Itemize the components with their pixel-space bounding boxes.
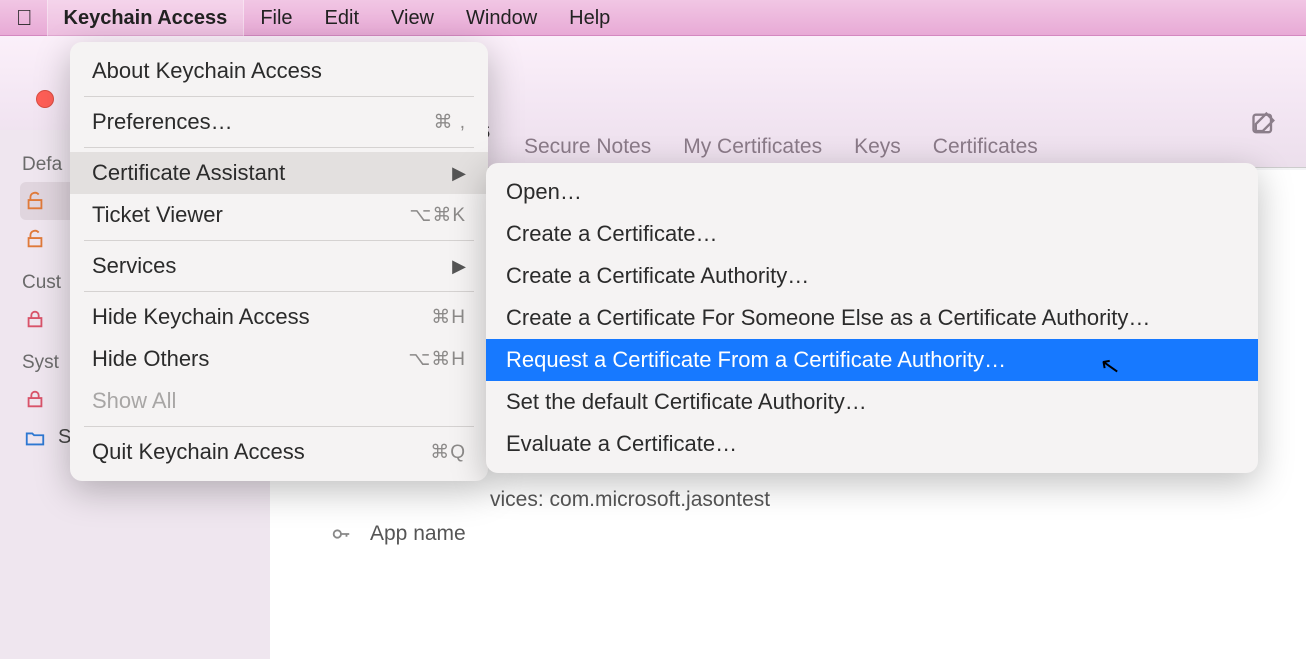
tab-my-certificates[interactable]: My Certificates	[679, 129, 826, 165]
tab-keys[interactable]: Keys	[850, 129, 905, 165]
submenu-create-ca[interactable]: Create a Certificate Authority…	[486, 255, 1258, 297]
menu-preferences[interactable]: Preferences… ⌘ ,	[70, 101, 488, 143]
menu-ticket-viewer[interactable]: Ticket Viewer ⌥⌘K	[70, 194, 488, 236]
menu-hide-others[interactable]: Hide Others ⌥⌘H	[70, 338, 488, 380]
tab-certificates[interactable]: Certificates	[929, 129, 1042, 165]
menu-file[interactable]: File	[244, 0, 308, 36]
submenu-set-default-ca[interactable]: Set the default Certificate Authority…	[486, 381, 1258, 423]
menu-separator	[84, 291, 474, 292]
submenu-evaluate-certificate[interactable]: Evaluate a Certificate…	[486, 423, 1258, 465]
menu-certificate-assistant[interactable]: Certificate Assistant ▶	[70, 152, 488, 194]
tab-secure-notes[interactable]: Secure Notes	[520, 129, 655, 165]
menu-separator	[84, 96, 474, 97]
chevron-right-icon: ▶	[452, 163, 466, 184]
apple-menu-icon[interactable]: 	[10, 5, 47, 31]
lock-icon	[24, 308, 46, 330]
unlock-icon	[24, 228, 46, 250]
shortcut-label: ⌘Q	[430, 441, 466, 464]
menu-bar:  Keychain Access File Edit View Window …	[0, 0, 1306, 36]
menu-separator	[84, 240, 474, 241]
menu-hide-app[interactable]: Hide Keychain Access ⌘H	[70, 296, 488, 338]
app-menu-panel: About Keychain Access Preferences… ⌘ , C…	[70, 42, 488, 481]
shortcut-label: ⌘ ,	[433, 111, 466, 134]
menu-view[interactable]: View	[375, 0, 450, 36]
chevron-right-icon: ▶	[452, 256, 466, 277]
detail-app-name-label: App name	[370, 522, 466, 546]
key-icon	[330, 523, 352, 545]
submenu-create-certificate[interactable]: Create a Certificate…	[486, 213, 1258, 255]
menu-separator	[84, 147, 474, 148]
menu-separator	[84, 426, 474, 427]
menu-edit[interactable]: Edit	[309, 0, 375, 36]
menu-services[interactable]: Services ▶	[70, 245, 488, 287]
submenu-open[interactable]: Open…	[486, 171, 1258, 213]
menu-help[interactable]: Help	[553, 0, 626, 36]
folder-icon	[24, 427, 46, 449]
app-menu[interactable]: Keychain Access	[47, 0, 245, 36]
submenu-create-for-else[interactable]: Create a Certificate For Someone Else as…	[486, 297, 1258, 339]
submenu-request-certificate[interactable]: Request a Certificate From a Certificate…	[486, 339, 1258, 381]
menu-quit[interactable]: Quit Keychain Access ⌘Q	[70, 431, 488, 473]
shortcut-label: ⌘H	[431, 306, 466, 329]
lock-icon	[24, 388, 46, 410]
shortcut-label: ⌥⌘K	[409, 204, 466, 227]
unlock-icon	[24, 190, 46, 212]
category-tabs: Secure Notes My Certificates Keys Certif…	[520, 129, 1042, 165]
compose-icon[interactable]	[1250, 110, 1278, 138]
close-window-button[interactable]	[36, 90, 54, 108]
menu-show-all: Show All	[70, 380, 488, 422]
certificate-assistant-submenu: Open… Create a Certificate… Create a Cer…	[486, 163, 1258, 473]
detail-services-line: vices: com.microsoft.jasontest	[490, 488, 770, 512]
menu-about[interactable]: About Keychain Access	[70, 50, 488, 92]
shortcut-label: ⌥⌘H	[408, 348, 466, 371]
menu-window[interactable]: Window	[450, 0, 553, 36]
